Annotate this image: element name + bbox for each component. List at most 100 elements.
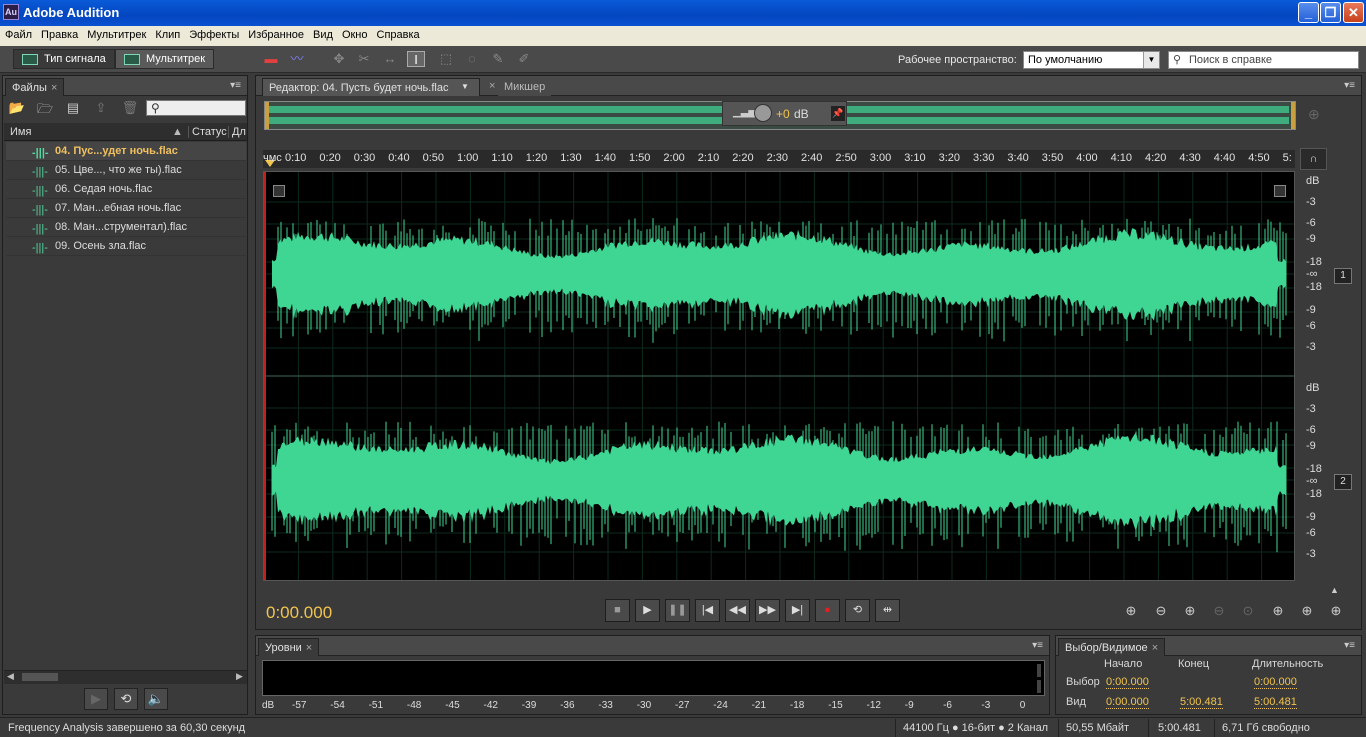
menu-window[interactable]: Окно bbox=[337, 26, 372, 41]
brush-tool-icon[interactable]: ✎ bbox=[489, 51, 507, 67]
pin-icon[interactable]: 📌 bbox=[831, 106, 845, 121]
loop-icon[interactable]: ⟲ bbox=[114, 688, 138, 710]
view-end-field[interactable]: 5:00.481 bbox=[1180, 696, 1223, 709]
channel-toggle-icon[interactable] bbox=[273, 185, 285, 197]
file-list-item[interactable]: -|||- 04. Пус...удет ночь.flac bbox=[6, 142, 246, 161]
minimize-button[interactable]: _ bbox=[1298, 2, 1319, 23]
tab-selection-view[interactable]: Выбор/Видимое × bbox=[1058, 638, 1166, 656]
skip-selection-icon[interactable]: ⇹ bbox=[875, 599, 900, 622]
zoom-in-time-icon[interactable]: ⊕ bbox=[1179, 601, 1201, 621]
tab-editor[interactable]: Редактор: 04. Пусть будет ночь.flac ▼ × bbox=[262, 78, 495, 96]
close-icon[interactable]: × bbox=[306, 642, 312, 654]
spot-healing-tool-icon[interactable]: ✐ bbox=[515, 51, 533, 67]
menu-file[interactable]: Файл bbox=[0, 26, 36, 41]
db-scale-label: -3 bbox=[1306, 196, 1316, 208]
waveform-mode-button[interactable]: Тип сигнала bbox=[13, 49, 115, 69]
close-button[interactable]: ✕ bbox=[1343, 2, 1364, 23]
zoom-out-amplitude-icon[interactable]: ⊖ bbox=[1150, 601, 1172, 621]
panel-menu-icon[interactable]: ▾≡ bbox=[1344, 640, 1355, 651]
spectral-display-icon[interactable]: ▬ bbox=[262, 51, 280, 67]
close-icon[interactable]: × bbox=[51, 82, 57, 94]
slip-tool-icon[interactable]: ↔ bbox=[381, 51, 399, 67]
loop-icon[interactable]: ⟲ bbox=[845, 599, 870, 622]
tab-mixer[interactable]: Микшер bbox=[498, 78, 552, 96]
close-icon[interactable]: × bbox=[489, 80, 495, 92]
tab-files[interactable]: Файлы × bbox=[5, 78, 65, 96]
play-icon[interactable]: ▶ bbox=[84, 688, 108, 710]
panel-menu-icon[interactable]: ▾≡ bbox=[1344, 80, 1355, 91]
file-list-item[interactable]: -|||- 08. Ман...струментал).flac bbox=[6, 218, 246, 237]
col-name[interactable]: Имя bbox=[10, 126, 31, 138]
multitrack-mode-button[interactable]: Мультитрек bbox=[115, 49, 215, 69]
new-file-icon[interactable]: ▤ bbox=[64, 100, 82, 116]
trash-icon[interactable]: 🗑 bbox=[121, 100, 139, 116]
pause-icon[interactable]: ❚❚ bbox=[665, 599, 690, 622]
export-icon[interactable]: ⇪ bbox=[92, 100, 110, 116]
file-list-item[interactable]: -|||- 09. Осень зла.flac bbox=[6, 237, 246, 256]
file-list-item[interactable]: -|||- 07. Ман...ебная ночь.flac bbox=[6, 199, 246, 218]
zoom-controls: ⊕ ⊖ ⊕ ⊖ ⊙ ⊕ ⊕ ⊕ bbox=[1120, 601, 1356, 621]
file-list-item[interactable]: -|||- 05. Цве..., что же ты).flac bbox=[6, 161, 246, 180]
gain-value[interactable]: +0 bbox=[776, 107, 790, 121]
zoom-out-full-icon[interactable]: ⊙ bbox=[1237, 601, 1259, 621]
import-icon[interactable]: 🗁 bbox=[36, 100, 54, 116]
sel-duration-field[interactable]: 0:00.000 bbox=[1254, 676, 1297, 689]
view-duration-field[interactable]: 5:00.481 bbox=[1254, 696, 1297, 709]
skip-back-icon[interactable]: |◀ bbox=[695, 599, 720, 622]
tab-levels[interactable]: Уровни × bbox=[258, 638, 320, 656]
speaker-icon[interactable]: 🔈 bbox=[144, 688, 168, 710]
workspace-select[interactable]: По умолчанию ▼ bbox=[1023, 51, 1160, 69]
menu-multitrack[interactable]: Мультитрек bbox=[82, 26, 150, 41]
fast-forward-icon[interactable]: ▶▶ bbox=[755, 599, 780, 622]
col-status[interactable]: Статус bbox=[188, 126, 227, 138]
open-folder-icon[interactable]: 📂 bbox=[8, 100, 26, 116]
file-list-item[interactable]: -|||- 06. Седая ночь.flac bbox=[6, 180, 246, 199]
close-icon[interactable]: × bbox=[1152, 642, 1158, 654]
razor-tool-icon[interactable]: ✂ bbox=[355, 51, 373, 67]
stop-icon[interactable]: ■ bbox=[605, 599, 630, 622]
maximize-button[interactable]: ❐ bbox=[1320, 2, 1341, 23]
skip-forward-icon[interactable]: ▶| bbox=[785, 599, 810, 622]
play-icon[interactable]: ▶ bbox=[635, 599, 660, 622]
zoom-selection-icon[interactable]: ⊕ bbox=[1325, 601, 1347, 621]
scroll-thumb[interactable] bbox=[22, 673, 58, 681]
move-tool-icon[interactable]: ✥ bbox=[330, 51, 348, 67]
zoom-in-amplitude-icon[interactable]: ⊕ bbox=[1120, 601, 1142, 621]
panel-menu-icon[interactable]: ▾≡ bbox=[1032, 640, 1043, 651]
time-ruler[interactable]: чмс 0:10 0:20 0:30 0:40 0:50 1:00 1:10 1:20 1:30 1… bbox=[263, 150, 1295, 168]
files-search-input[interactable]: ⚲ bbox=[146, 100, 246, 116]
view-start-field[interactable]: 0:00.000 bbox=[1106, 696, 1149, 709]
marquee-tool-icon[interactable]: ⬚ bbox=[437, 51, 455, 67]
gain-knob[interactable] bbox=[754, 104, 772, 122]
time-selection-tool-icon[interactable]: I bbox=[407, 51, 425, 67]
waveform-display[interactable] bbox=[263, 171, 1295, 581]
menu-favorites[interactable]: Избранное bbox=[243, 26, 308, 41]
zoom-in-right-icon[interactable]: ⊕ bbox=[1296, 601, 1318, 621]
zoom-out-time-icon[interactable]: ⊖ bbox=[1208, 601, 1230, 621]
record-icon[interactable]: ● bbox=[815, 599, 840, 622]
sel-start-field[interactable]: 0:00.000 bbox=[1106, 676, 1149, 689]
channel-badge[interactable]: 2 bbox=[1334, 474, 1352, 490]
menu-view[interactable]: Вид bbox=[308, 26, 337, 41]
menu-edit[interactable]: Правка bbox=[36, 26, 82, 41]
files-scrollbar[interactable]: ◀ ▶ bbox=[4, 670, 247, 684]
panel-menu-icon[interactable]: ▾≡ bbox=[230, 80, 241, 91]
zoom-in-left-icon[interactable]: ⊕ bbox=[1267, 601, 1289, 621]
channel-toggle-icon[interactable] bbox=[1274, 185, 1286, 197]
rewind-icon[interactable]: ◀◀ bbox=[725, 599, 750, 622]
help-search-input[interactable]: ⚲ Поиск в справке bbox=[1168, 51, 1359, 69]
col-duration[interactable]: Дл bbox=[228, 126, 246, 138]
menu-clip[interactable]: Клип bbox=[150, 26, 184, 41]
zoom-in-icon[interactable]: ⊕ bbox=[1308, 106, 1320, 123]
scroll-right-icon[interactable]: ▶ bbox=[236, 671, 243, 682]
chevron-down-icon[interactable]: ▼ bbox=[461, 82, 469, 91]
snap-magnet-icon[interactable]: ∩ bbox=[1300, 148, 1327, 170]
pitch-display-icon[interactable]: 〰 bbox=[288, 51, 306, 67]
scroll-left-icon[interactable]: ◀ bbox=[7, 671, 14, 682]
scroll-up-icon[interactable]: ▲ bbox=[1330, 585, 1339, 595]
menu-effects[interactable]: Эффекты bbox=[184, 26, 243, 41]
channel-badge[interactable]: 1 bbox=[1334, 268, 1352, 284]
selection-view-panel: Выбор/Видимое × ▾≡ Начало Конец Длительно… bbox=[1055, 635, 1362, 715]
menu-help[interactable]: Справка bbox=[372, 26, 424, 41]
lasso-tool-icon[interactable]: ◌ bbox=[463, 51, 481, 67]
